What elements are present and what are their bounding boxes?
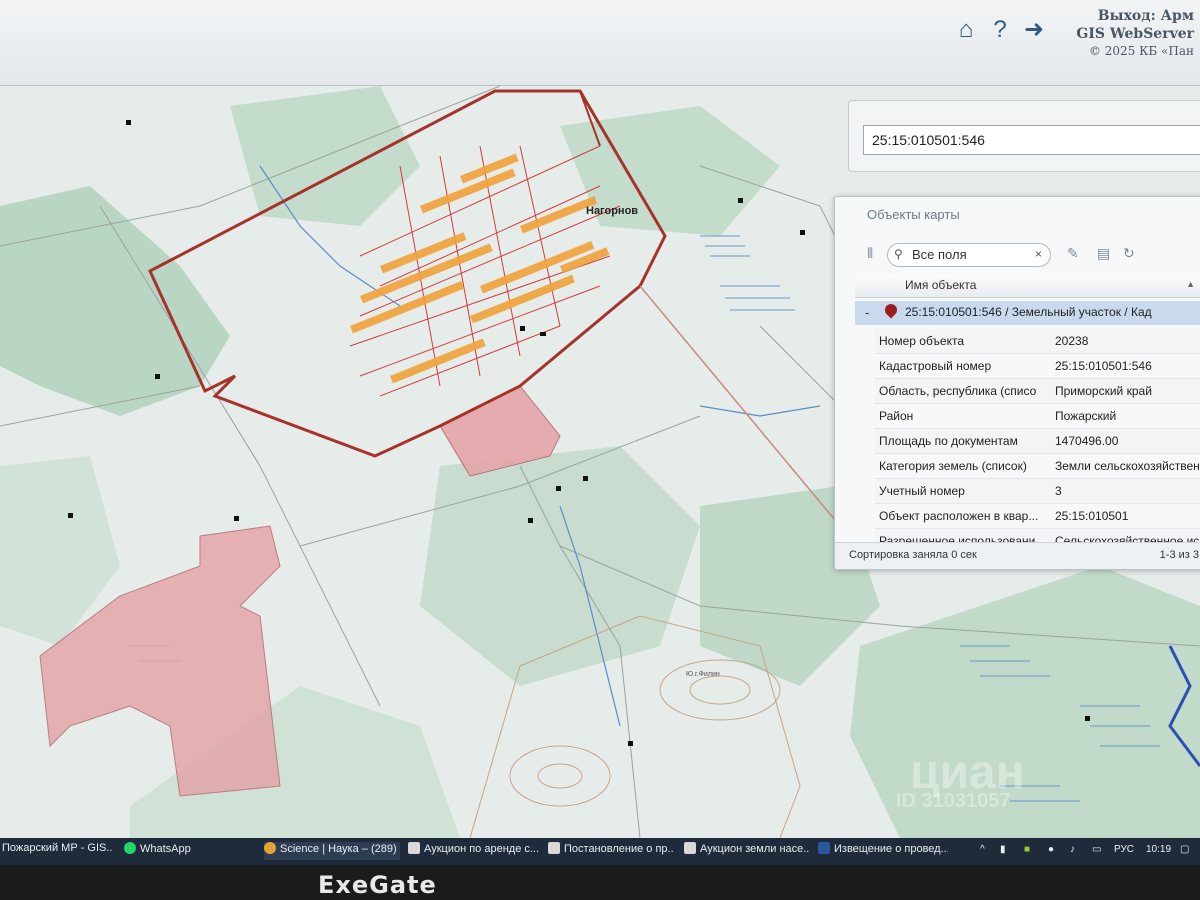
sort-time-label: Сортировка заняла 0 сек — [849, 549, 977, 561]
column-header-label: Имя объекта — [905, 278, 977, 292]
column-header[interactable]: Имя объекта ▲ — [855, 275, 1200, 298]
tray-app-icon[interactable]: ■ — [1024, 844, 1030, 855]
filter-field[interactable]: ⚲ Все поля × — [887, 243, 1051, 267]
home-icon[interactable]: ⌂ — [952, 16, 980, 44]
search-container — [848, 100, 1200, 172]
filter-placeholder: Все поля — [912, 247, 967, 262]
taskbar-item-doc2[interactable]: Постановление о пр... — [548, 842, 674, 860]
panel-toolbar: ⦀ ⚲ Все поля × ✎ ▤ ↻ — [855, 239, 1200, 269]
document-icon — [684, 842, 696, 854]
system-tray: ^ ▮ ■ ● ♪ ▭ РУС 10:19 ▢ — [970, 838, 1200, 865]
windows-taskbar: Пожарский МР - GIS... WhatsApp Science |… — [0, 838, 1200, 865]
language-indicator[interactable]: РУС — [1114, 844, 1134, 855]
attribute-row: Категория земель (список) Земли сельскохо… — [875, 454, 1200, 479]
attribute-list: Номер объекта 20238 Кадастровый номер 25:1… — [875, 329, 1200, 554]
map-pin-icon — [882, 301, 900, 319]
object-row-label: 25:15:010501:546 / Земельный участок / К… — [905, 305, 1152, 319]
tray-chevron-icon[interactable]: ^ — [980, 844, 985, 855]
document-icon — [408, 842, 420, 854]
attribute-row: Объект расположен в квар... 25:15:010501 — [875, 504, 1200, 529]
clear-icon[interactable]: × — [1035, 247, 1042, 261]
tray-network-icon[interactable]: ▭ — [1092, 844, 1101, 855]
taskbar-item-browser[interactable]: Science | Наука – (289) — [264, 842, 400, 860]
taskbar-item-whatsapp[interactable]: WhatsApp — [124, 842, 254, 860]
word-icon — [818, 842, 830, 854]
taskbar-item-doc3[interactable]: Аукцион земли насе... — [684, 842, 810, 860]
hill-label: Ю.г.Филин — [686, 671, 720, 678]
exit-user-label[interactable]: Выход: Арм — [1098, 8, 1194, 24]
listing-id-watermark: ID 31031057 — [896, 790, 1011, 812]
logout-icon[interactable]: ➜ — [1020, 16, 1048, 44]
copyright-label: © 2025 КБ «Пан — [1088, 44, 1194, 58]
help-icon[interactable]: ? — [986, 16, 1014, 44]
attribute-row: Учетный номер 3 — [875, 479, 1200, 504]
sort-arrow-icon[interactable]: ▲ — [1186, 279, 1195, 289]
taskbar-item-word[interactable]: Извещение о провед... — [818, 842, 948, 860]
app-header: ⌂ ? ➜ Выход: Арм GIS WebServer © 2025 КБ… — [0, 0, 1200, 86]
search-icon: ⚲ — [894, 247, 903, 261]
taskbar-item-doc1[interactable]: Аукцион по аренде с... — [408, 842, 542, 860]
object-row[interactable]: - 25:15:010501:546 / Земельный участок /… — [855, 301, 1200, 325]
edit-icon[interactable]: ✎ — [1067, 245, 1079, 262]
attribute-row: Кадастровый номер 25:15:010501:546 — [875, 354, 1200, 379]
panel-title: Объекты карты — [867, 207, 960, 222]
whatsapp-icon — [124, 842, 136, 854]
clock[interactable]: 10:19 — [1146, 844, 1171, 855]
columns-icon[interactable]: ⦀ — [867, 245, 873, 262]
attribute-row: Номер объекта 20238 — [875, 329, 1200, 354]
tray-volume-icon[interactable]: ♪ — [1070, 844, 1075, 855]
tray-usb-icon[interactable]: ▮ — [1000, 844, 1006, 855]
pagination-label: 1-3 из 3 — [1159, 549, 1199, 561]
attribute-row: Район Пожарский — [875, 404, 1200, 429]
place-label: Нагорнов — [586, 205, 638, 217]
monitor-brand-logo: ExeGate — [318, 871, 437, 899]
document-icon — [548, 842, 560, 854]
collapse-toggle[interactable]: - — [865, 305, 869, 320]
attribute-row: Область, республика (списо Приморский кра… — [875, 379, 1200, 404]
notifications-icon[interactable]: ▢ — [1180, 844, 1189, 855]
monitor-bezel: ExeGate — [0, 865, 1200, 900]
browser-icon — [264, 842, 276, 854]
taskbar-item-gis[interactable]: Пожарский МР - GIS... — [2, 842, 112, 860]
tray-mic-icon[interactable]: ● — [1048, 844, 1054, 855]
server-label: GIS WebServer — [1076, 26, 1194, 42]
monitor-screen: ⌂ ? ➜ Выход: Арм GIS WebServer © 2025 КБ… — [0, 0, 1200, 845]
attribute-row: Площадь по документам 1470496.00 — [875, 429, 1200, 454]
cadastral-search-input[interactable] — [863, 125, 1200, 155]
panel-footer: Сортировка заняла 0 сек 1-3 из 3 — [835, 542, 1200, 569]
export-icon[interactable]: ▤ — [1097, 245, 1110, 262]
map-objects-panel: Объекты карты ⦀ ⚲ Все поля × ✎ ▤ ↻ Имя о… — [834, 196, 1200, 570]
refresh-icon[interactable]: ↻ — [1123, 245, 1135, 262]
